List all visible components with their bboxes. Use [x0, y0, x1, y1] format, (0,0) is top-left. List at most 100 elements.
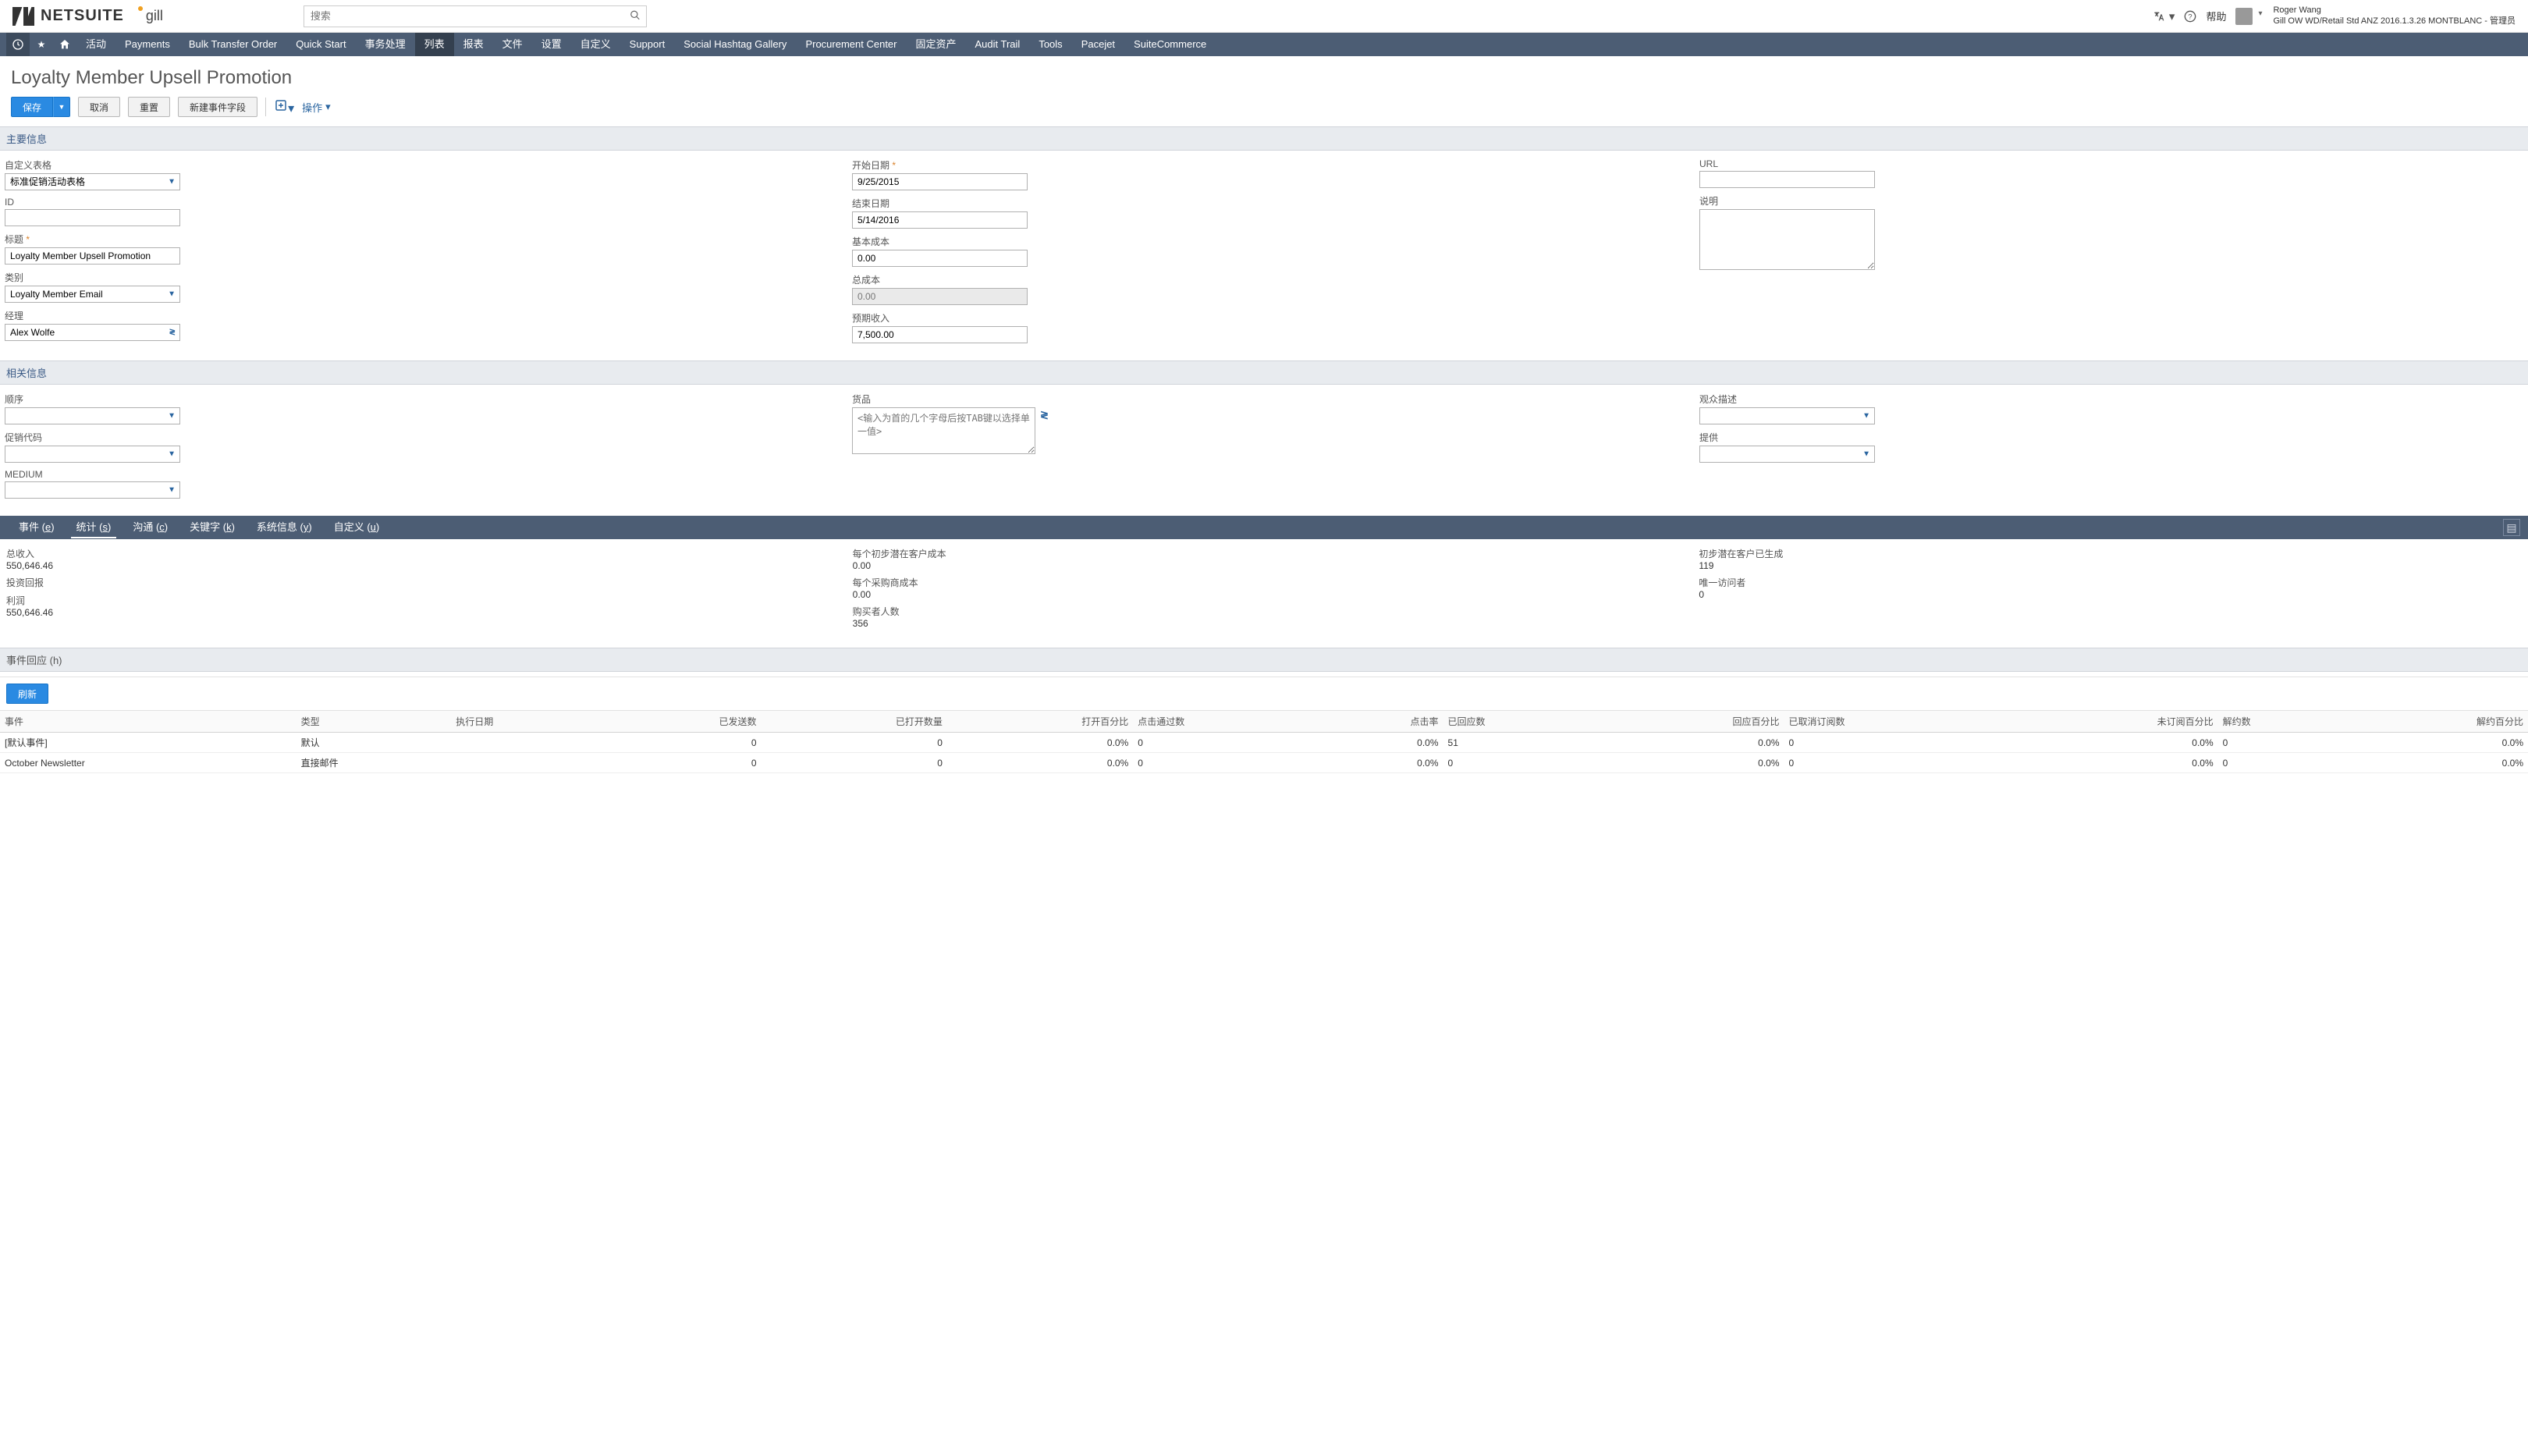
nav-item-列表[interactable]: 列表: [415, 33, 454, 56]
cancel-button[interactable]: 取消: [78, 97, 120, 117]
table-row[interactable]: [默认事件]默认000.0%00.0%510.0%00.0%00.0%: [0, 733, 2528, 753]
title-label: 标题: [5, 233, 829, 246]
col-7[interactable]: 点击率: [1319, 711, 1443, 733]
nav-item-procurement-center[interactable]: Procurement Center: [796, 33, 906, 56]
col-12[interactable]: 解约数: [2218, 711, 2342, 733]
layout-grid-icon[interactable]: ▤: [2503, 519, 2520, 536]
refresh-button[interactable]: 刷新: [6, 684, 48, 704]
end-date-input[interactable]: [852, 211, 1028, 229]
nav-item-audit-trail[interactable]: Audit Trail: [966, 33, 1030, 56]
expand-item-icon[interactable]: ≷: [1040, 407, 1049, 421]
subtab-0[interactable]: 事件 (e): [8, 516, 66, 539]
cell: 0.0%: [2001, 733, 2218, 753]
user-avatar-icon[interactable]: [2235, 8, 2253, 25]
nav-item-bulk-transfer-order[interactable]: Bulk Transfer Order: [179, 33, 286, 56]
account-brand: gill: [146, 8, 163, 24]
table-row[interactable]: October Newsletter直接邮件000.0%00.0%00.0%00…: [0, 753, 2528, 773]
offer-select[interactable]: [1699, 446, 1875, 463]
manager-select[interactable]: Alex Wolfe: [5, 324, 180, 341]
order-select[interactable]: [5, 407, 180, 424]
col-9[interactable]: 回应百分比: [1598, 711, 1784, 733]
col-2[interactable]: 执行日期: [451, 711, 606, 733]
nav-item-自定义[interactable]: 自定义: [571, 33, 620, 56]
cell: 直接邮件: [296, 753, 452, 773]
nav-item-social-hashtag-gallery[interactable]: Social Hashtag Gallery: [674, 33, 796, 56]
cost-per-buyer-value: 0.00: [853, 589, 1676, 600]
nav-item-suitecommerce[interactable]: SuiteCommerce: [1124, 33, 1216, 56]
cell: 0.0%: [2001, 753, 2218, 773]
help-link[interactable]: 帮助: [2206, 9, 2226, 23]
new-event-field-button[interactable]: 新建事件字段: [178, 97, 257, 117]
id-label: ID: [5, 197, 829, 208]
home-icon[interactable]: [53, 33, 76, 56]
col-11[interactable]: 未订阅百分比: [2001, 711, 2218, 733]
nav-item-support[interactable]: Support: [620, 33, 675, 56]
promo-code-select[interactable]: [5, 446, 180, 463]
page-title: Loyalty Member Upsell Promotion: [11, 67, 2517, 89]
nav-item-quick-start[interactable]: Quick Start: [286, 33, 355, 56]
total-revenue-label: 总收入: [6, 547, 829, 560]
base-cost-input[interactable]: [852, 250, 1028, 267]
nav-item-固定资产[interactable]: 固定资产: [907, 33, 966, 56]
save-button[interactable]: 保存: [11, 97, 53, 117]
language-switcher-icon[interactable]: ▾: [2153, 9, 2175, 23]
cell: 0: [2218, 733, 2342, 753]
audience-select[interactable]: [1699, 407, 1875, 424]
col-10[interactable]: 已取消订阅数: [1784, 711, 2001, 733]
save-dropdown-caret[interactable]: ▼: [53, 97, 70, 117]
reset-button[interactable]: 重置: [128, 97, 170, 117]
col-13[interactable]: 解约百分比: [2342, 711, 2528, 733]
col-5[interactable]: 打开百分比: [947, 711, 1133, 733]
nav-item-活动[interactable]: 活动: [76, 33, 115, 56]
shortcuts-star-icon[interactable]: ★: [30, 33, 53, 56]
top-right-tools: ▾ ? 帮助 Roger Wang Gill OW WD/Retail Std …: [2153, 5, 2516, 26]
action-bar: 保存 ▼ 取消 重置 新建事件字段 ▾ 操作 ▾: [11, 97, 2517, 117]
title-input[interactable]: [5, 247, 180, 265]
cell: 0: [762, 753, 947, 773]
subtab-1[interactable]: 统计 (s): [66, 516, 122, 539]
recent-records-icon[interactable]: [6, 33, 30, 56]
nav-item-tools[interactable]: Tools: [1029, 33, 1071, 56]
subtab-5[interactable]: 自定义 (u): [323, 516, 391, 539]
col-3[interactable]: 已发送数: [606, 711, 762, 733]
id-input[interactable]: [5, 209, 180, 226]
category-select[interactable]: Loyalty Member Email: [5, 286, 180, 303]
user-role: Gill OW WD/Retail Std ANZ 2016.1.3.26 MO…: [2273, 16, 2516, 27]
user-info[interactable]: Roger Wang Gill OW WD/Retail Std ANZ 201…: [2262, 5, 2516, 26]
operations-menu[interactable]: 操作 ▾: [302, 100, 331, 115]
global-search-input[interactable]: [304, 5, 647, 27]
url-input[interactable]: [1699, 171, 1875, 188]
cell: 0: [606, 753, 762, 773]
nav-item-pacejet[interactable]: Pacejet: [1072, 33, 1124, 56]
help-icon[interactable]: ?: [2184, 10, 2196, 23]
subtab-3[interactable]: 关键字 (k): [179, 516, 246, 539]
nav-item-事务处理[interactable]: 事务处理: [356, 33, 415, 56]
col-0[interactable]: 事件: [0, 711, 296, 733]
custom-form-select[interactable]: 标准促销活动表格: [5, 173, 180, 190]
search-icon[interactable]: [630, 9, 641, 23]
nav-item-报表[interactable]: 报表: [454, 33, 493, 56]
nav-item-设置[interactable]: 设置: [532, 33, 571, 56]
stats-grid: 总收入 550,646.46 投资回报 利润 550,646.46 每个初步潜在…: [0, 539, 2528, 645]
col-4[interactable]: 已打开数量: [762, 711, 947, 733]
description-textarea[interactable]: [1699, 209, 1875, 270]
unique-visitors-value: 0: [1699, 589, 2522, 600]
nav-item-文件[interactable]: 文件: [493, 33, 532, 56]
buyers-label: 购买者人数: [853, 605, 1676, 618]
divider: [265, 98, 266, 116]
subtab-4[interactable]: 系统信息 (y): [246, 516, 323, 539]
nav-item-payments[interactable]: Payments: [115, 33, 179, 56]
expand-all-icon[interactable]: ▾: [274, 98, 294, 116]
col-6[interactable]: 点击通过数: [1133, 711, 1319, 733]
netsuite-logo[interactable]: NETSUITE: [12, 7, 124, 26]
start-date-input[interactable]: [852, 173, 1028, 190]
cell: 0.0%: [947, 733, 1133, 753]
subtab-2[interactable]: 沟通 (c): [122, 516, 179, 539]
expected-revenue-input[interactable]: [852, 326, 1028, 343]
cell: 0.0%: [2342, 753, 2528, 773]
description-label: 说明: [1699, 194, 2523, 208]
medium-select[interactable]: [5, 481, 180, 499]
item-multiselect[interactable]: [852, 407, 1035, 454]
col-1[interactable]: 类型: [296, 711, 452, 733]
col-8[interactable]: 已回应数: [1443, 711, 1599, 733]
